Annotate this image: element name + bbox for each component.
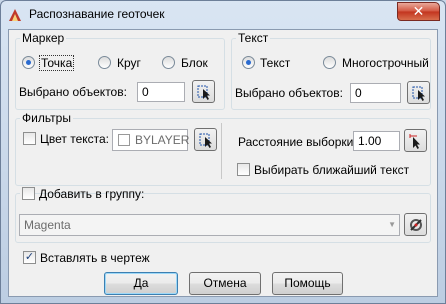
filters-group: Фильтры Цвет текста: BYLAYER Расстояние … — [15, 111, 431, 186]
distance-pick-button[interactable] — [404, 129, 427, 152]
pick-objects-icon — [197, 85, 210, 100]
text-color-value: BYLAYER — [135, 133, 190, 147]
title-bar[interactable]: Распознавание геоточек ✕ — [1, 1, 445, 29]
help-button[interactable]: Помощь — [272, 272, 343, 295]
text-color-pick-button[interactable] — [194, 128, 217, 151]
insert-drawing-checkbox[interactable]: ✓ — [23, 251, 36, 264]
nearest-text-checkbox[interactable] — [237, 163, 250, 176]
text-radio-text[interactable] — [242, 56, 255, 69]
close-button[interactable]: ✕ — [397, 2, 440, 21]
text-group-label: Текст — [236, 31, 271, 45]
ok-button[interactable]: Да — [104, 272, 178, 295]
text-color-checkbox[interactable] — [23, 132, 36, 145]
dialog-window: Распознавание геоточек ✕ Маркер Точка Кр… — [0, 0, 446, 304]
marker-radio-point[interactable] — [22, 56, 35, 69]
text-color-field: BYLAYER — [112, 129, 190, 151]
marker-selected-label: Выбрано объектов: — [19, 85, 127, 99]
filters-separator — [221, 123, 222, 179]
text-selected-count: 0 — [350, 83, 401, 103]
window-title: Распознавание геоточек — [29, 7, 165, 21]
filters-group-label: Фильтры — [20, 111, 73, 125]
text-pick-button[interactable] — [407, 81, 430, 104]
dialog-body: Маркер Точка Круг Блок Выбрано объектов:… — [8, 29, 438, 297]
group-edit-button[interactable] — [404, 213, 427, 236]
group-edit-icon — [410, 219, 422, 231]
combo-arrow-icon: ▼ — [388, 220, 396, 229]
pick-objects-icon — [199, 133, 212, 148]
distance-input[interactable]: 1.00 — [353, 131, 400, 151]
text-selected-label: Выбрано объектов: — [235, 86, 343, 100]
marker-option-block-label[interactable]: Блок — [181, 56, 208, 70]
color-swatch — [118, 134, 130, 146]
close-icon: ✕ — [412, 3, 425, 19]
add-group-label[interactable]: Добавить в группу: — [39, 187, 144, 201]
marker-group-label: Маркер — [20, 31, 67, 45]
add-group-checkbox[interactable] — [22, 187, 35, 200]
pick-objects-icon — [412, 86, 425, 101]
marker-radio-block[interactable] — [162, 56, 175, 69]
insert-drawing-label[interactable]: Вставлять в чертеж — [40, 251, 150, 265]
add-group-header: Добавить в группу: — [20, 186, 144, 202]
cancel-button[interactable]: Отмена — [189, 272, 261, 295]
text-option-text-label[interactable]: Текст — [260, 56, 290, 70]
marker-selected-count: 0 — [137, 82, 185, 102]
marker-radio-circle[interactable] — [98, 56, 111, 69]
text-color-label[interactable]: Цвет текста: — [40, 132, 109, 146]
text-group: Текст Текст Многострочный Выбрано объект… — [231, 31, 431, 110]
distance-label: Расстояние выборки: — [238, 135, 357, 149]
nearest-text-label[interactable]: Выбирать ближайший текст — [254, 163, 409, 177]
text-option-mtext-label[interactable]: Многострочный — [342, 56, 429, 70]
marker-group: Маркер Точка Круг Блок Выбрано объектов:… — [15, 31, 225, 110]
marker-option-circle-label[interactable]: Круг — [117, 56, 141, 70]
marker-option-point-label[interactable]: Точка — [39, 55, 75, 71]
marker-pick-button[interactable] — [192, 80, 215, 103]
app-icon — [7, 7, 23, 23]
add-group-section: Добавить в группу: Magenta ▼ — [15, 186, 431, 243]
text-radio-mtext[interactable] — [323, 56, 336, 69]
group-combo[interactable]: Magenta ▼ — [19, 214, 400, 236]
group-combo-value: Magenta — [24, 218, 71, 232]
pick-distance-icon — [409, 134, 420, 149]
